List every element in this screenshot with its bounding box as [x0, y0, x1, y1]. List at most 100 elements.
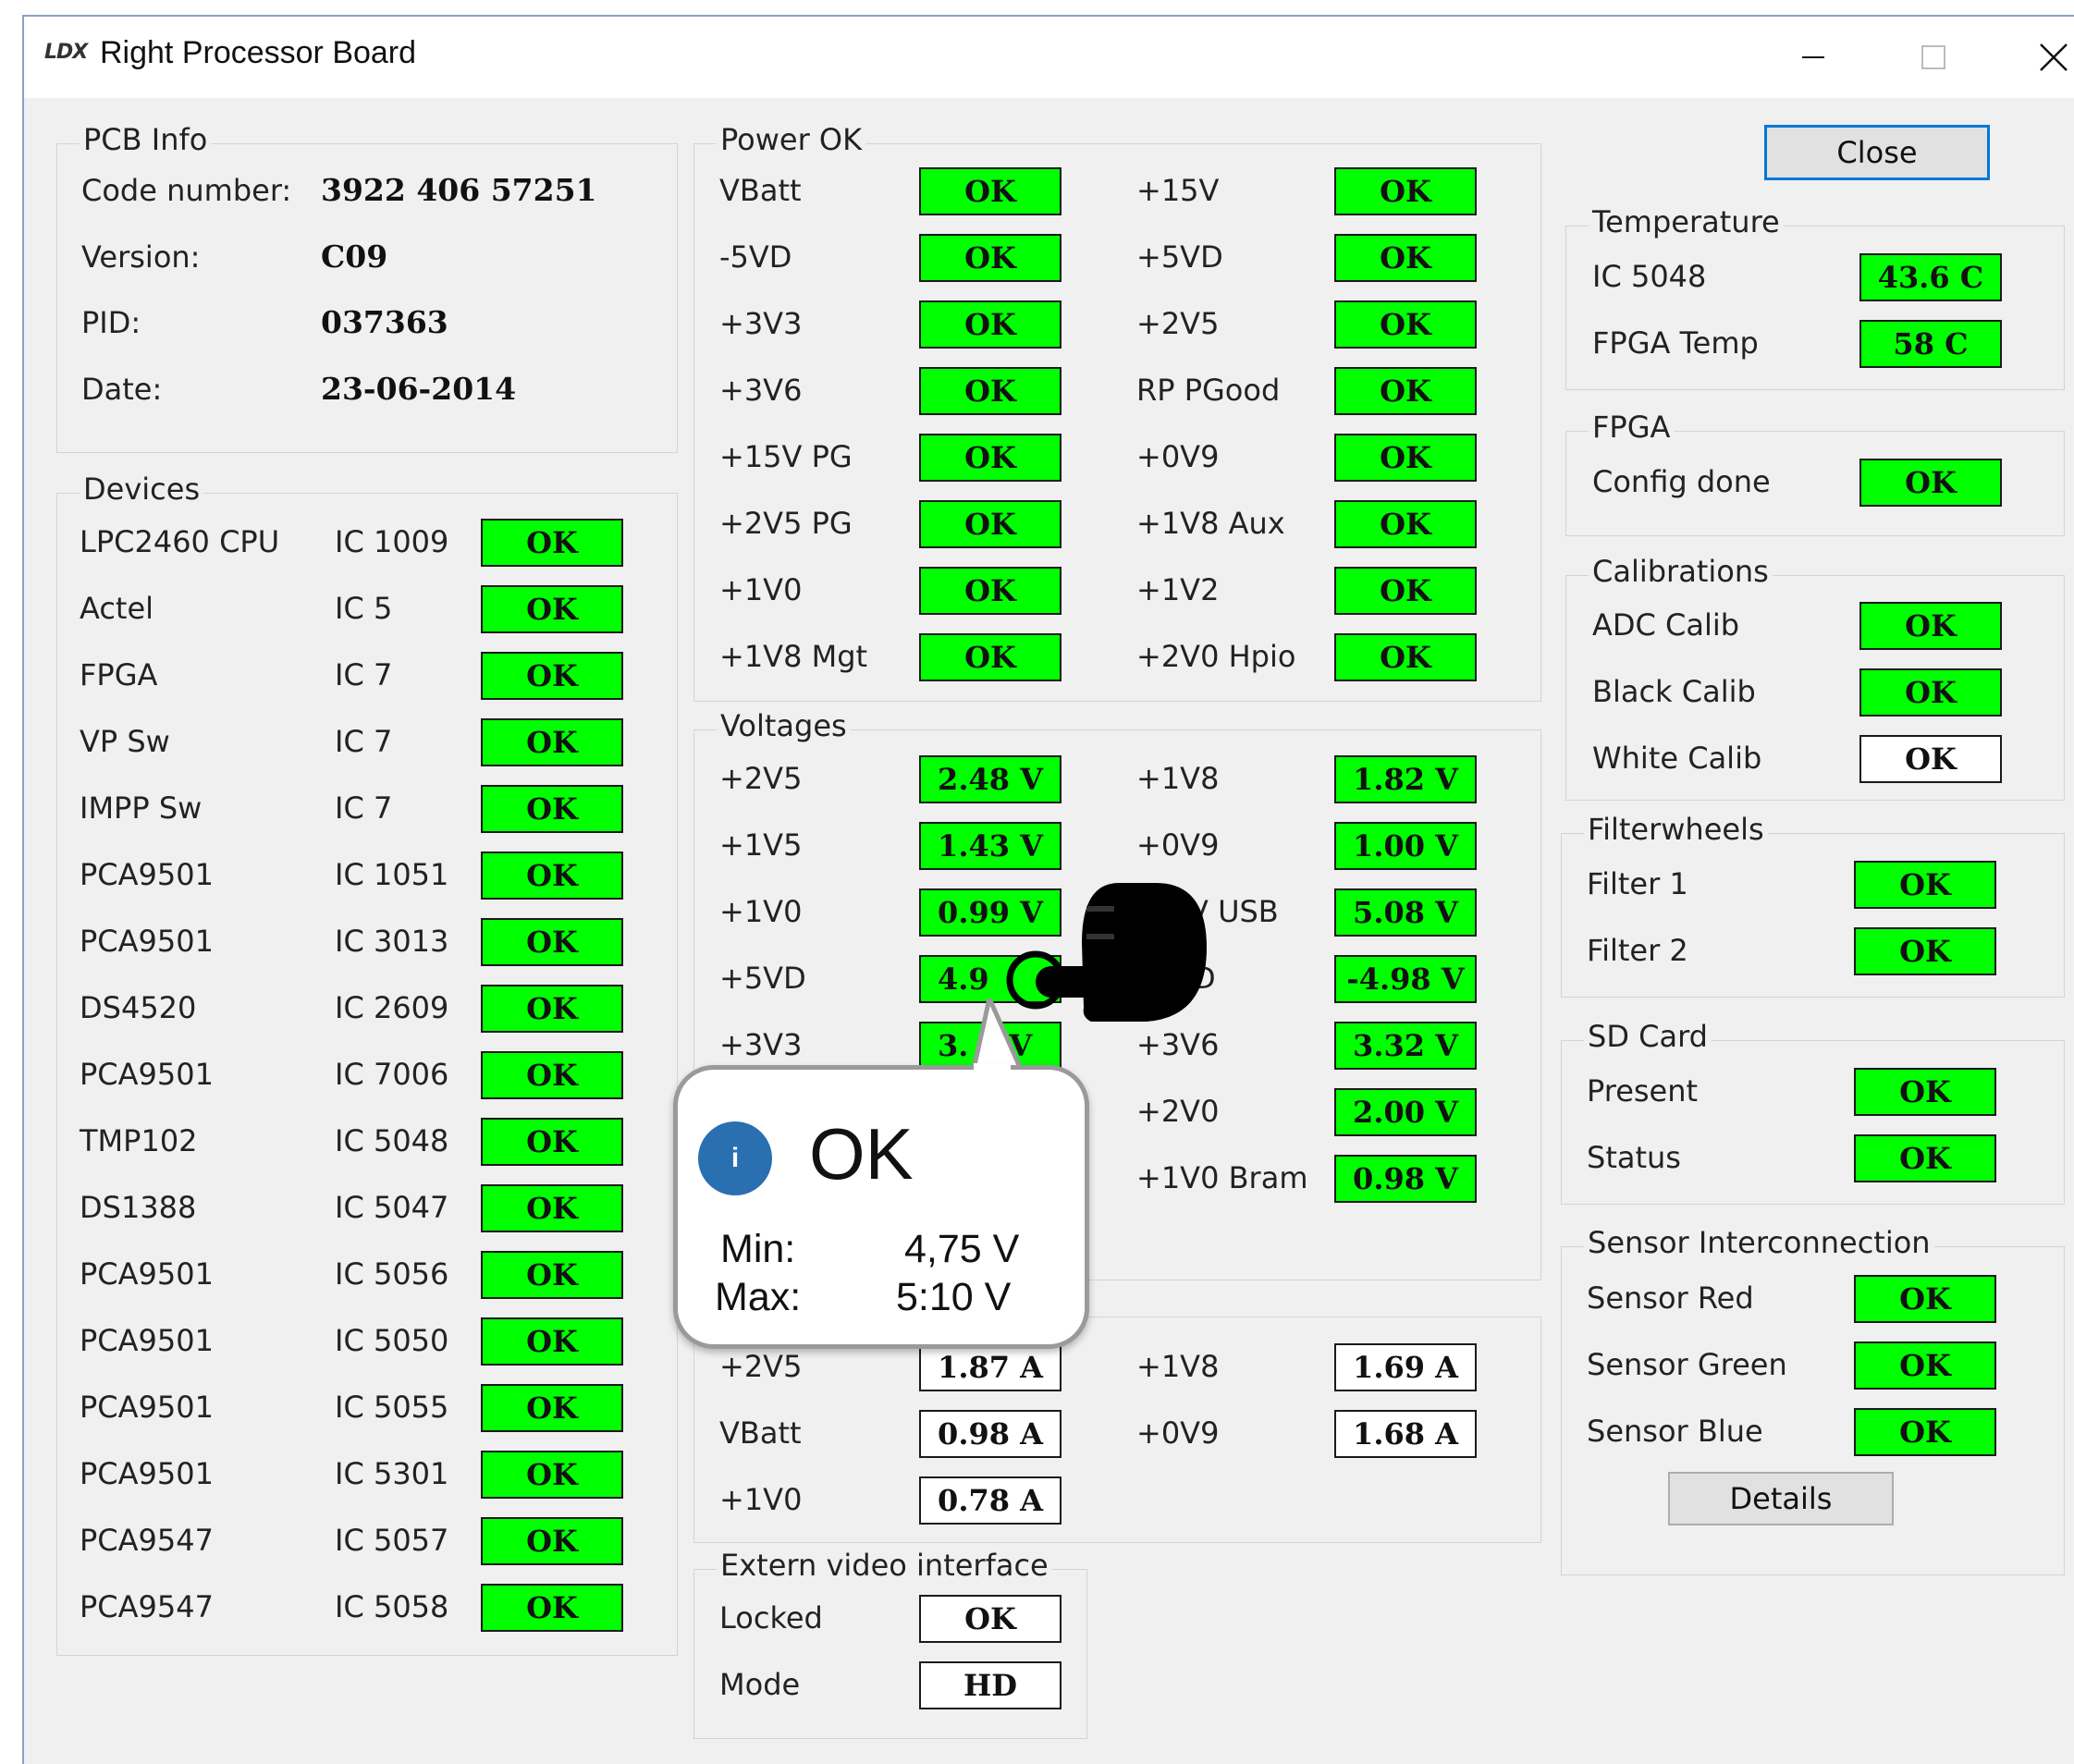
power-status: OK	[1334, 434, 1477, 482]
sd-label: Present	[1587, 1073, 1699, 1109]
power-status: OK	[919, 434, 1062, 482]
voltage-value: 3.32 V	[1334, 1022, 1477, 1070]
close-button[interactable]: Close	[1764, 125, 1990, 180]
temp-label: IC 5048	[1592, 259, 1707, 294]
device-ic: IC 5050	[335, 1323, 449, 1358]
current-value: 1.68 A	[1334, 1410, 1477, 1458]
device-ic: IC 5047	[335, 1190, 449, 1225]
tooltip-max-label: Max:	[715, 1275, 802, 1319]
current-label: +1V0	[719, 1482, 803, 1517]
value-tooltip: i OK Min: 4,75 V Max: 5:10 V	[673, 1065, 1089, 1349]
voltage-value: 2.00 V	[1334, 1088, 1477, 1136]
power-label: -5VD	[719, 239, 792, 275]
filter-value: OK	[1854, 927, 1996, 975]
calib-value: OK	[1859, 668, 2002, 717]
voltages-title: Voltages	[717, 708, 851, 743]
device-name: PCA9501	[80, 1057, 214, 1092]
power-status: OK	[919, 234, 1062, 282]
pcb-info-title: PCB Info	[80, 122, 212, 157]
device-status: OK	[481, 918, 623, 966]
voltage-label: +2V0	[1136, 1094, 1220, 1129]
title-bar[interactable]: LDX Right Processor Board	[24, 17, 2074, 98]
pcb-date-label: Date:	[81, 372, 163, 407]
power-label: +1V8 Aux	[1136, 506, 1285, 541]
device-ic: IC 5055	[335, 1390, 449, 1425]
maximize-icon	[1921, 45, 1945, 69]
device-ic: IC 5058	[335, 1589, 449, 1624]
power-label: +2V5 PG	[719, 506, 853, 541]
sensor-value: OK	[1854, 1408, 1996, 1456]
device-status: OK	[481, 1317, 623, 1366]
current-value: 0.98 A	[919, 1410, 1062, 1458]
maximize-button[interactable]	[1883, 24, 1984, 91]
device-name: VP Sw	[80, 724, 170, 759]
device-status: OK	[481, 585, 623, 633]
info-icon: i	[698, 1121, 772, 1195]
filter-label: Filter 1	[1587, 866, 1688, 901]
current-value: 1.69 A	[1334, 1343, 1477, 1391]
device-status: OK	[481, 1451, 623, 1499]
pcb-version-label: Version:	[81, 239, 201, 275]
video-locked-label: Locked	[719, 1600, 823, 1635]
device-name: PCA9501	[80, 1323, 214, 1358]
pcb-date-value: 23-06-2014	[321, 371, 517, 407]
calib-label: White Calib	[1592, 741, 1762, 776]
details-button[interactable]: Details	[1668, 1472, 1894, 1525]
device-ic: IC 5301	[335, 1456, 449, 1491]
device-ic: IC 1051	[335, 857, 449, 892]
close-icon	[2040, 43, 2068, 71]
voltage-value: 1.82 V	[1334, 755, 1477, 803]
device-name: PCA9547	[80, 1523, 214, 1558]
devices-title: Devices	[80, 472, 204, 507]
voltage-value: 1.00 V	[1334, 822, 1477, 870]
sensor-interconnection-title: Sensor Interconnection	[1584, 1225, 1934, 1260]
calib-value: OK	[1859, 735, 2002, 783]
tooltip-min-label: Min:	[720, 1227, 796, 1271]
device-status: OK	[481, 1384, 623, 1432]
power-status: OK	[1334, 300, 1477, 349]
device-name: PCA9501	[80, 1390, 214, 1425]
device-ic: IC 7	[335, 724, 393, 759]
device-name: TMP102	[80, 1123, 198, 1158]
tooltip-status: OK	[809, 1113, 914, 1194]
filterwheels-title: Filterwheels	[1584, 812, 1768, 847]
sd-label: Status	[1587, 1140, 1681, 1175]
device-name: PCA9547	[80, 1589, 214, 1624]
power-label: VBatt	[719, 173, 802, 208]
voltage-label: +1V0	[719, 894, 803, 929]
power-status: OK	[1334, 633, 1477, 681]
filter-label: Filter 2	[1587, 933, 1688, 968]
voltage-value: 0.98 V	[1334, 1155, 1477, 1203]
sd-value: OK	[1854, 1134, 1996, 1182]
device-name: DS1388	[80, 1190, 197, 1225]
current-label: +0V9	[1136, 1415, 1220, 1451]
voltage-label: +3V3	[719, 1027, 803, 1062]
voltage-label: +1V0 Bram	[1136, 1160, 1308, 1195]
device-status: OK	[481, 1251, 623, 1299]
power-status: OK	[1334, 367, 1477, 415]
pcb-version-value: C09	[321, 239, 388, 275]
minimize-button[interactable]	[1762, 24, 1864, 91]
device-status: OK	[481, 1517, 623, 1565]
device-status: OK	[481, 851, 623, 900]
fpga-config-label: Config done	[1592, 464, 1771, 499]
sd-card-title: SD Card	[1584, 1019, 1712, 1054]
tooltip-max-value: 5:10 V	[896, 1275, 1012, 1319]
device-name: FPGA	[80, 657, 158, 692]
tooltip-pointer-cover	[974, 1063, 1011, 1072]
sd-value: OK	[1854, 1068, 1996, 1116]
power-status: OK	[1334, 234, 1477, 282]
video-locked-value: OK	[919, 1595, 1062, 1643]
device-status: OK	[481, 785, 623, 833]
voltage-label: +5VD	[719, 961, 806, 996]
power-status: OK	[919, 633, 1062, 681]
power-status: OK	[919, 167, 1062, 215]
hand-pointer-icon	[1006, 883, 1207, 1022]
filter-value: OK	[1854, 861, 1996, 909]
device-ic: IC 5056	[335, 1256, 449, 1292]
power-label: +2V5	[1136, 306, 1220, 341]
sensor-label: Sensor Red	[1587, 1280, 1754, 1316]
app-logo: LDX	[44, 41, 88, 64]
pcb-code-value: 3922 406 57251	[321, 172, 597, 208]
close-window-button[interactable]	[2003, 24, 2074, 91]
